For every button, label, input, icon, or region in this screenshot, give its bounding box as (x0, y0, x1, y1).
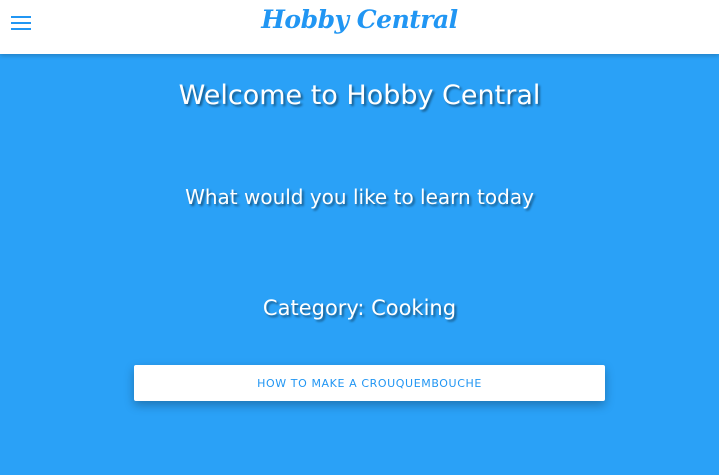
learn-prompt: What would you like to learn today (185, 185, 534, 209)
hamburger-menu-icon (11, 16, 31, 30)
top-app-bar: Hobby Central (0, 0, 719, 54)
category-heading: Category: Cooking (262, 296, 457, 320)
menu-button[interactable] (10, 12, 32, 34)
brand-title[interactable]: Hobby Central (261, 5, 458, 34)
lesson-button-croquembouche[interactable]: HOW TO MAKE A CROUQUEMBOUCHE (134, 365, 605, 401)
main-content: Welcome to Hobby Central What would you … (0, 54, 719, 475)
brand-title-container: Hobby Central (0, 5, 719, 34)
welcome-heading: Welcome to Hobby Central (178, 80, 541, 111)
